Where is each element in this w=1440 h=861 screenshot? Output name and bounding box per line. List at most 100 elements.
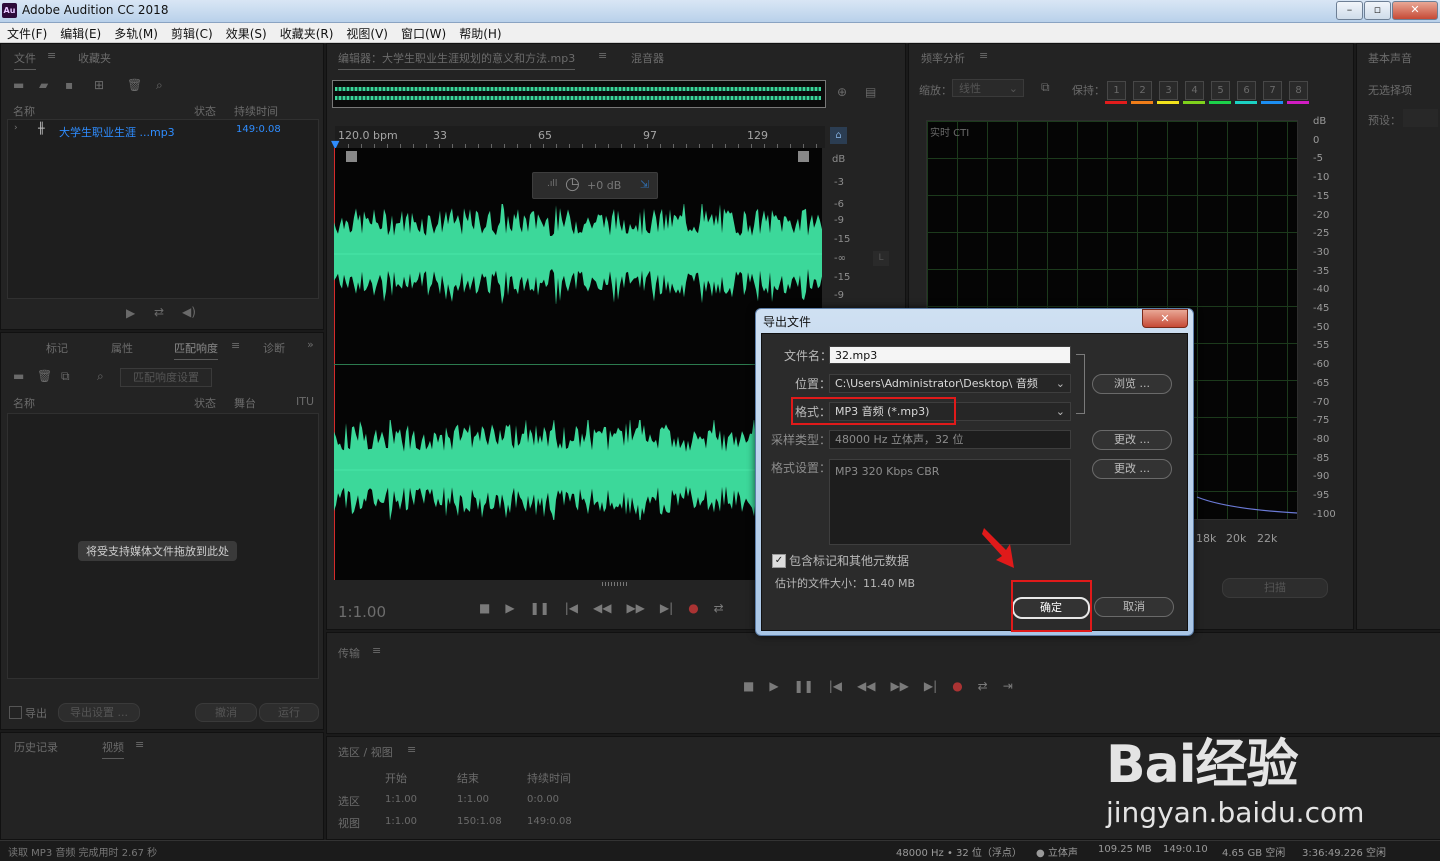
tab-transport[interactable]: 传输 bbox=[338, 645, 360, 661]
record-icon[interactable]: ● bbox=[688, 601, 698, 615]
export-checkbox[interactable] bbox=[9, 706, 22, 719]
delete-icon[interactable]: 🗑 bbox=[37, 369, 52, 383]
zoom-icon[interactable]: ⊕ bbox=[837, 85, 847, 99]
column-name[interactable]: 名称 bbox=[13, 395, 35, 411]
hold-button-1[interactable]: 1 bbox=[1107, 81, 1126, 100]
panel-menu-icon[interactable]: ≡ bbox=[407, 743, 416, 756]
skip-end-icon[interactable]: ▶| bbox=[924, 679, 937, 693]
view-duration[interactable]: 149:0.08 bbox=[527, 816, 572, 827]
menu-multitrack[interactable]: 多轨(M) bbox=[107, 23, 164, 42]
hold-button-8[interactable]: 8 bbox=[1289, 81, 1308, 100]
undo-button[interactable]: 撤消 bbox=[195, 703, 257, 722]
browse-button[interactable]: 浏览 ... bbox=[1092, 374, 1172, 394]
channel-badge-left[interactable]: L bbox=[873, 251, 889, 266]
tab-frequency-analysis[interactable]: 频率分析 bbox=[921, 50, 965, 66]
menu-clip[interactable]: 剪辑(C) bbox=[164, 23, 219, 42]
waveform-display[interactable]: .ıll ◷ +0 dB ⇲ bbox=[334, 148, 822, 586]
open-folder-icon[interactable]: ▬ bbox=[13, 78, 24, 92]
waveform-overview[interactable] bbox=[332, 80, 826, 108]
fast-forward-icon[interactable]: ▶▶ bbox=[890, 679, 908, 693]
skip-start-icon[interactable]: |◀ bbox=[565, 601, 578, 615]
panel-menu-icon[interactable]: ≡ bbox=[979, 49, 988, 62]
fast-forward-icon[interactable]: ▶▶ bbox=[626, 601, 644, 615]
panel-menu-icon[interactable]: ≡ bbox=[598, 49, 607, 62]
record-icon[interactable]: ● bbox=[952, 679, 962, 693]
cancel-button[interactable]: 取消 bbox=[1094, 597, 1174, 617]
selection-end[interactable]: 1:1.00 bbox=[457, 794, 489, 805]
copy-icon[interactable]: ⧉ bbox=[61, 369, 70, 384]
close-window-button[interactable]: ✕ bbox=[1392, 1, 1438, 20]
tab-favorites[interactable]: 收藏夹 bbox=[78, 50, 111, 66]
search-icon[interactable]: ⌕ bbox=[97, 369, 104, 384]
spectral-view-icon[interactable]: ▤ bbox=[865, 85, 876, 99]
menu-view[interactable]: 视图(V) bbox=[339, 23, 394, 42]
insert-icon[interactable]: ⊞ bbox=[94, 78, 104, 92]
column-duration[interactable]: 持续时间 bbox=[234, 103, 278, 119]
delete-icon[interactable]: 🗑 bbox=[127, 78, 142, 92]
menu-file[interactable]: 文件(F) bbox=[0, 23, 53, 42]
hold-button-2[interactable]: 2 bbox=[1133, 81, 1152, 100]
hold-button-5[interactable]: 5 bbox=[1211, 81, 1230, 100]
current-time[interactable]: 1:1.00 bbox=[338, 603, 386, 621]
play-icon[interactable]: ▶ bbox=[769, 679, 778, 693]
hold-button-6[interactable]: 6 bbox=[1237, 81, 1256, 100]
tab-essential-sound[interactable]: 基本声音 bbox=[1368, 50, 1412, 66]
tab-video[interactable]: 视频 bbox=[102, 739, 124, 759]
menu-help[interactable]: 帮助(H) bbox=[452, 23, 507, 42]
change-format-settings-button[interactable]: 更改 ... bbox=[1092, 459, 1172, 479]
rewind-icon[interactable]: ◀◀ bbox=[857, 679, 875, 693]
tab-match-loudness[interactable]: 匹配响度 bbox=[174, 340, 218, 360]
tab-properties[interactable]: 属性 bbox=[111, 340, 133, 356]
loop-preview-icon[interactable]: ⇄ bbox=[154, 305, 164, 319]
gain-knob-icon[interactable]: ◷ bbox=[565, 174, 580, 194]
autoplay-icon[interactable]: ◀) bbox=[182, 305, 196, 319]
include-metadata-checkbox[interactable]: ✓ bbox=[772, 554, 786, 568]
menu-edit[interactable]: 编辑(E) bbox=[53, 23, 107, 42]
hold-button-7[interactable]: 7 bbox=[1263, 81, 1282, 100]
play-preview-icon[interactable]: ▶ bbox=[126, 306, 135, 320]
panel-menu-icon[interactable]: ≡ bbox=[372, 644, 381, 657]
snap-icon[interactable]: ⌂ bbox=[830, 127, 847, 144]
overlay-icon[interactable]: ⧉ bbox=[1041, 80, 1050, 95]
export-settings-button[interactable]: 导出设置 ... bbox=[58, 703, 140, 722]
scroll-grip[interactable] bbox=[602, 582, 628, 586]
scale-dropdown[interactable]: 线性 ⌄ bbox=[952, 79, 1024, 97]
more-tabs-icon[interactable]: » bbox=[307, 338, 314, 351]
pin-icon[interactable]: ⇲ bbox=[640, 178, 649, 191]
tab-editor[interactable]: 编辑器：大学生职业生涯规划的意义和方法.mp3 bbox=[338, 50, 576, 70]
stop-icon[interactable]: ■ bbox=[743, 679, 754, 693]
skip-selection-icon[interactable]: ⇥ bbox=[1003, 679, 1013, 693]
column-status[interactable]: 状态 bbox=[194, 103, 216, 119]
panel-menu-icon[interactable]: ≡ bbox=[47, 49, 56, 62]
menu-effects[interactable]: 效果(S) bbox=[219, 23, 273, 42]
tab-history[interactable]: 历史记录 bbox=[14, 739, 58, 755]
maximize-button[interactable]: ▫ bbox=[1364, 1, 1391, 20]
menu-window[interactable]: 窗口(W) bbox=[394, 23, 452, 42]
preset-dropdown[interactable] bbox=[1403, 109, 1438, 127]
selection-start[interactable]: 1:1.00 bbox=[385, 794, 417, 805]
view-start[interactable]: 1:1.00 bbox=[385, 816, 417, 827]
loop-icon[interactable]: ⇄ bbox=[714, 601, 724, 615]
search-icon[interactable]: ⌕ bbox=[156, 78, 163, 93]
stop-icon[interactable]: ■ bbox=[479, 601, 490, 615]
tab-mixer[interactable]: 混音器 bbox=[631, 50, 664, 66]
minimize-button[interactable]: – bbox=[1336, 1, 1363, 20]
fade-out-handle[interactable] bbox=[798, 151, 809, 162]
new-file-icon[interactable]: ▪ bbox=[65, 78, 73, 92]
play-icon[interactable]: ▶ bbox=[505, 601, 514, 615]
skip-start-icon[interactable]: |◀ bbox=[829, 679, 842, 693]
gain-hud[interactable]: .ıll ◷ +0 dB ⇲ bbox=[532, 172, 658, 199]
file-row[interactable]: › ╫ 大学生职业生涯 ...mp3 149:0.08 bbox=[8, 122, 318, 139]
open-folder-icon[interactable]: ▬ bbox=[13, 369, 24, 383]
run-button[interactable]: 运行 bbox=[259, 703, 319, 722]
scan-button[interactable]: 扫描 bbox=[1222, 578, 1328, 598]
column-status[interactable]: 状态 bbox=[194, 395, 216, 411]
location-dropdown[interactable]: C:\Users\Administrator\Desktop\ 音频 ⌄ bbox=[829, 374, 1071, 393]
time-ruler[interactable]: 120.0 bpm 33 65 97 129 bbox=[335, 126, 825, 148]
expand-icon[interactable]: › bbox=[14, 123, 18, 133]
menu-favorites[interactable]: 收藏夹(R) bbox=[273, 23, 340, 42]
column-name[interactable]: 名称 bbox=[13, 103, 35, 119]
gain-value[interactable]: +0 dB bbox=[587, 179, 621, 192]
dialog-close-button[interactable]: ✕ bbox=[1142, 309, 1188, 328]
loop-icon[interactable]: ⇄ bbox=[978, 679, 988, 693]
